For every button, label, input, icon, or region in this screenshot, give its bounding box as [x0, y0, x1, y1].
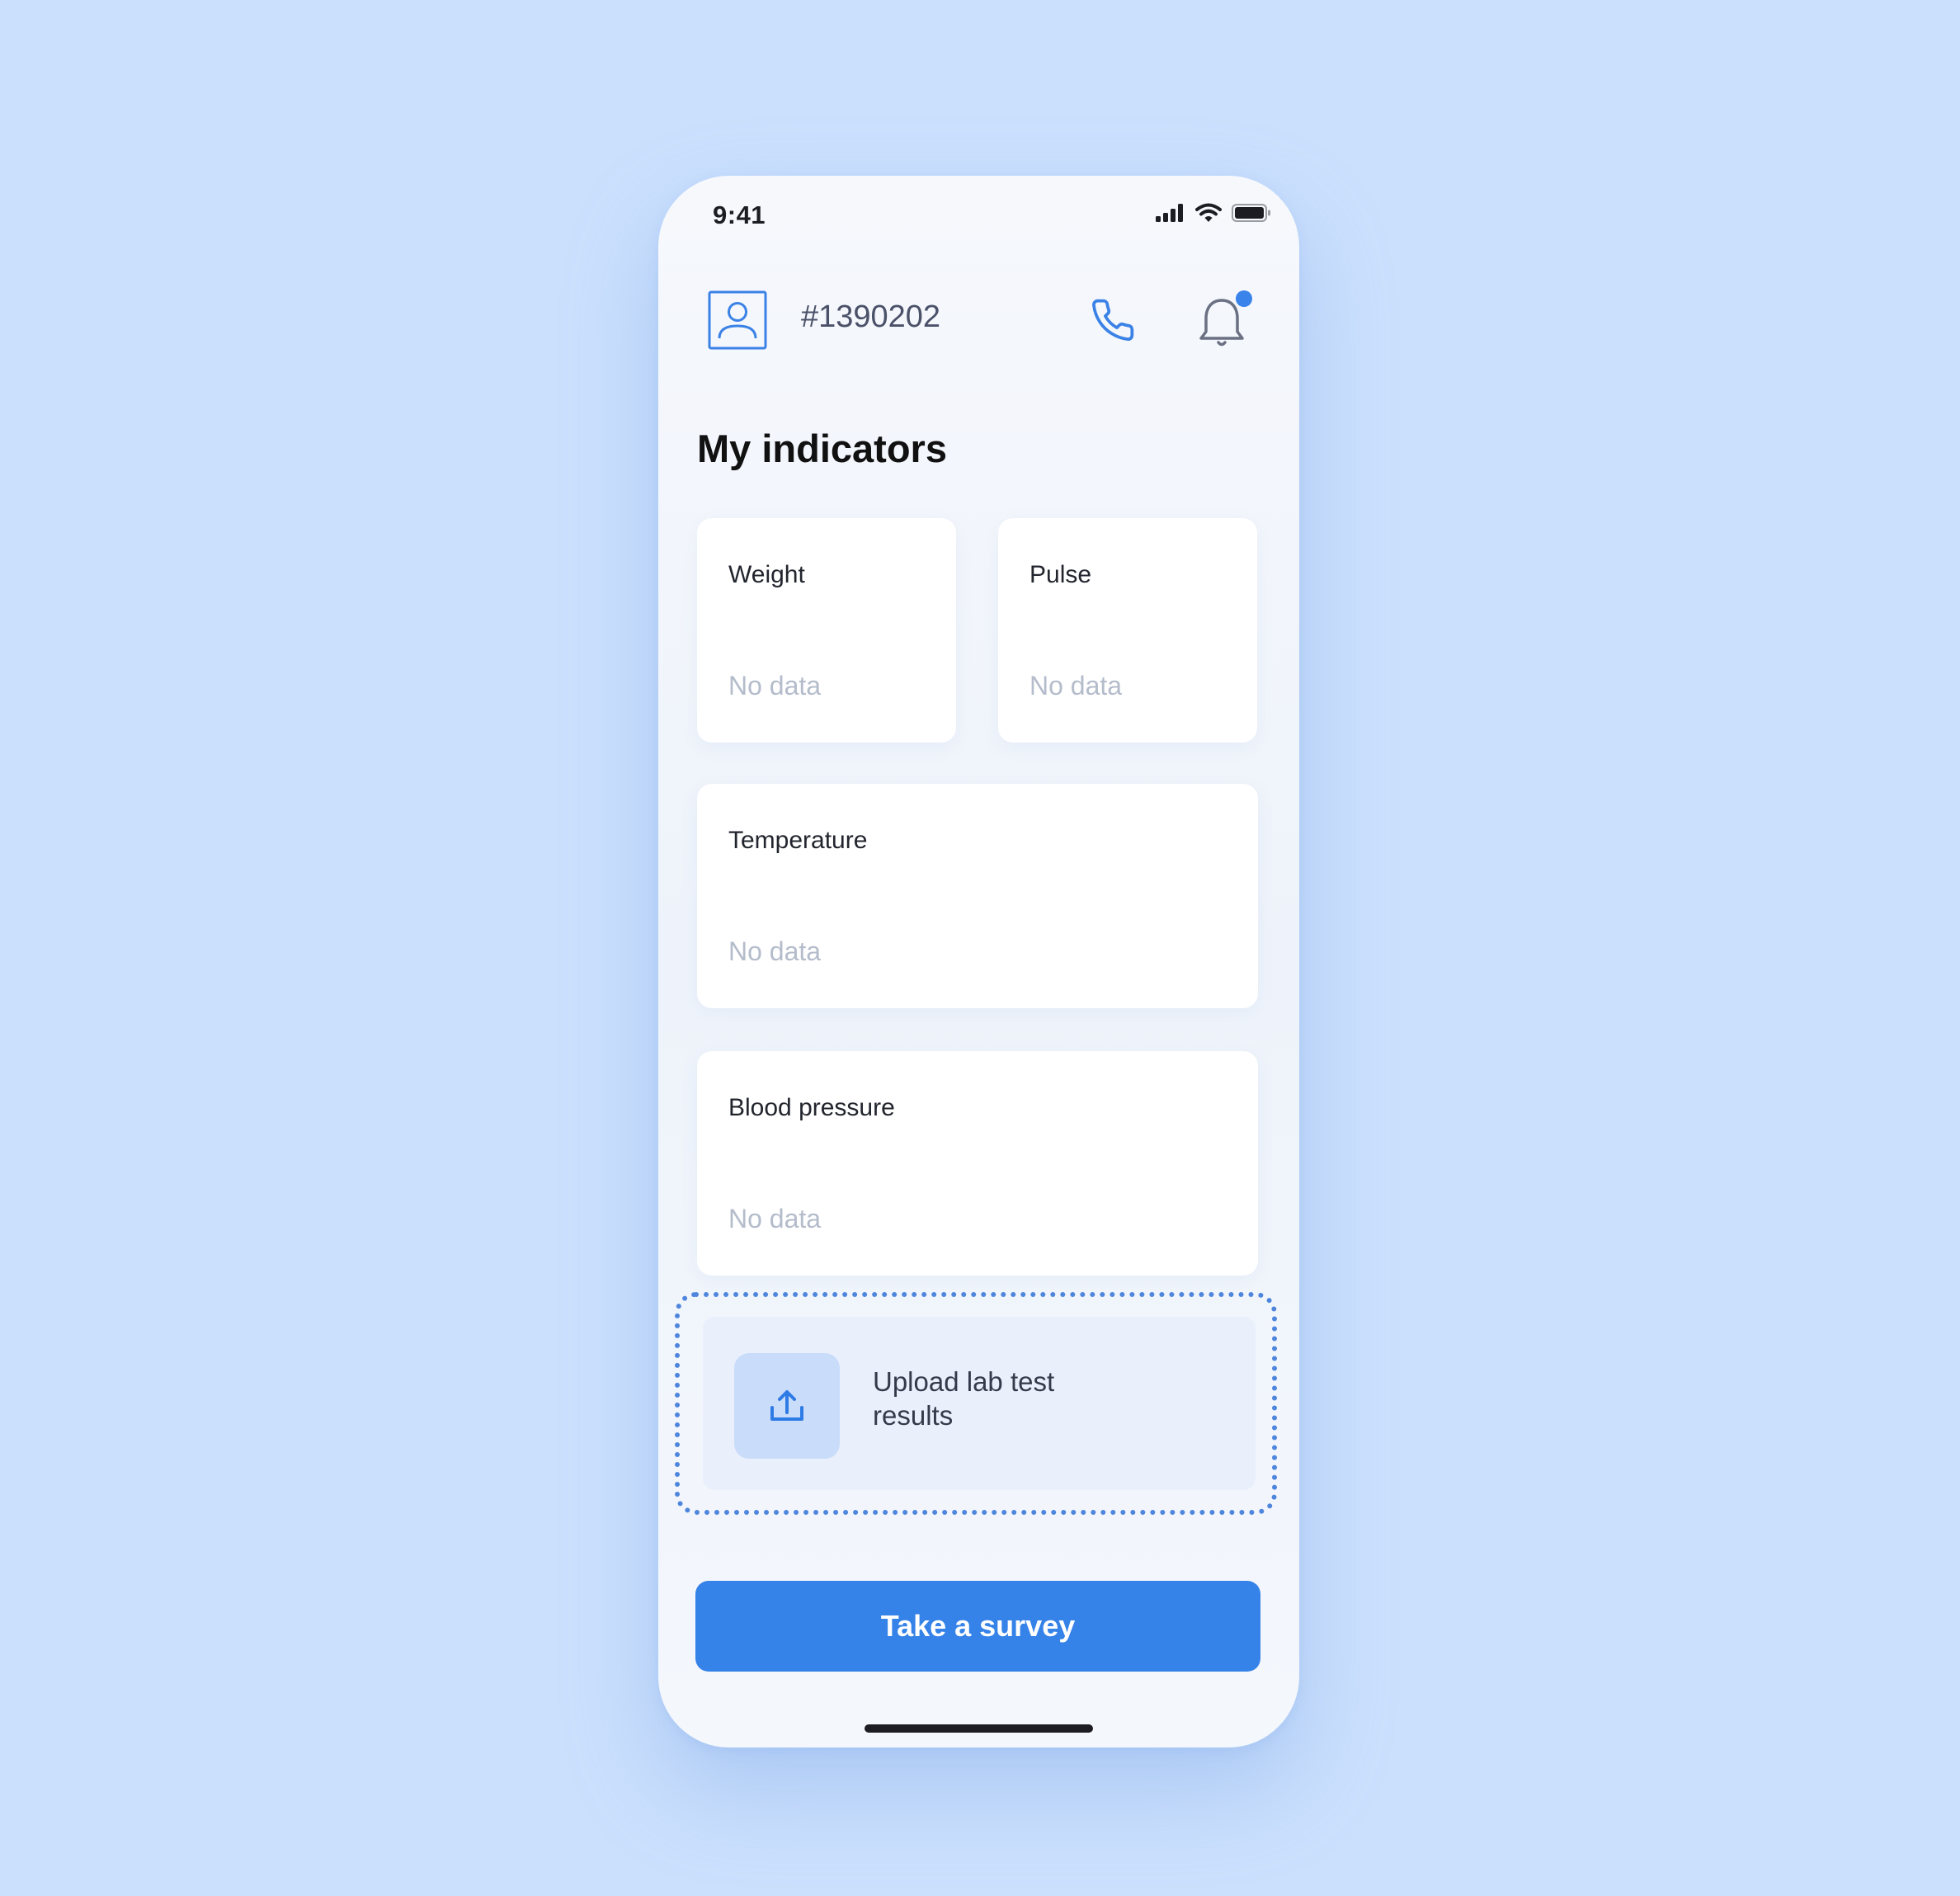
- indicator-value: No data: [728, 671, 822, 700]
- wifi-icon: [1195, 203, 1222, 222]
- indicator-card-weight[interactable]: Weight No data: [697, 518, 956, 743]
- home-indicator[interactable]: [865, 1724, 1093, 1733]
- call-button[interactable]: [1087, 295, 1138, 346]
- phone-icon: [1092, 299, 1134, 342]
- upload-label: Upload lab test results: [873, 1366, 1055, 1431]
- indicator-card-pulse[interactable]: Pulse No data: [998, 518, 1257, 743]
- status-time: 9:41: [713, 200, 766, 229]
- status-icons: [1156, 203, 1271, 223]
- signal-icon: [1156, 204, 1183, 222]
- patient-id: #1390202: [801, 299, 941, 334]
- upload-icon-box: [734, 1353, 840, 1459]
- phone-screen: 9:41 #1390202 My indicators Weight No da…: [658, 176, 1299, 1747]
- indicator-label: Temperature: [728, 827, 868, 854]
- indicator-value: No data: [728, 936, 822, 966]
- indicator-card-temperature[interactable]: Temperature No data: [697, 784, 1258, 1008]
- upload-icon: [770, 1390, 803, 1421]
- battery-icon: [1232, 204, 1270, 222]
- upload-drop-zone[interactable]: Upload lab test results: [675, 1292, 1277, 1515]
- notification-badge: [1236, 290, 1252, 307]
- indicator-value: No data: [1029, 671, 1123, 700]
- avatar-icon: [708, 290, 767, 350]
- indicator-label: Blood pressure: [728, 1094, 895, 1121]
- indicator-label: Weight: [728, 561, 805, 588]
- take-survey-button[interactable]: Take a survey: [695, 1581, 1260, 1672]
- notifications-button[interactable]: [1191, 290, 1252, 351]
- indicator-label: Pulse: [1029, 561, 1092, 588]
- indicator-value: No data: [728, 1204, 822, 1233]
- avatar-button[interactable]: [708, 290, 767, 350]
- indicator-card-blood-pressure[interactable]: Blood pressure No data: [697, 1051, 1258, 1276]
- page-title: My indicators: [697, 427, 947, 470]
- upload-lab-results-button[interactable]: Upload lab test results: [703, 1317, 1256, 1490]
